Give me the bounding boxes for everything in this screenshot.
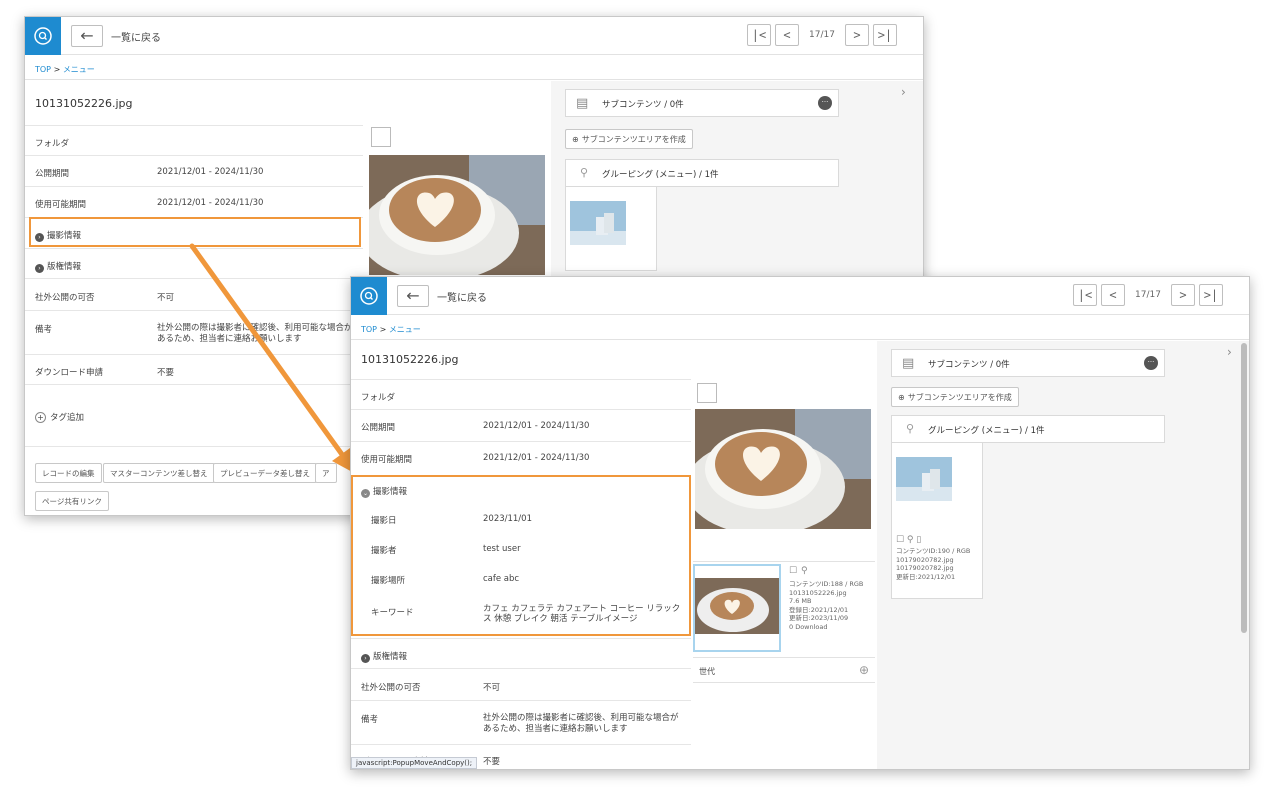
version-meta: コンテンツID:188 / RGB 10131052226.jpg 7.6 MB…: [789, 580, 864, 631]
next-page-button[interactable]: >: [844, 24, 869, 46]
collapse-icon: ⌄: [361, 489, 370, 498]
add-tag-button[interactable]: + タグ追加: [35, 411, 84, 423]
location-value: cafe abc: [483, 574, 520, 584]
prev-page-button[interactable]: <: [1101, 284, 1125, 306]
main-preview-image: [695, 409, 871, 529]
shoot-date-value: 2023/11/01: [483, 514, 532, 524]
breadcrumb-top-link[interactable]: TOP: [361, 325, 377, 334]
subcontent-card: ▤ サブコンテンツ / 0件 ···: [891, 349, 1165, 377]
version-thumb-image: [695, 566, 779, 650]
grouping-thumb-image: [896, 457, 952, 501]
grouping-item[interactable]: ☐ ⚲ ▯ コンテンツID:190 / RGB 10179020782.jpg …: [891, 443, 983, 599]
keyword-value: カフェ カフェラテ カフェアート コーヒー リラックス 休憩 ブレイク 朝活 テ…: [483, 604, 681, 624]
share-link-button[interactable]: ページ共有リンク: [35, 491, 109, 511]
status-bar: javascript:PopupMoveAndCopy();: [351, 757, 478, 769]
subcontent-icon: ▤: [576, 96, 589, 111]
row-usable-period: 使用可能期間 2021/12/01 - 2024/11/30: [25, 186, 363, 217]
right-panel: ▤ サブコンテンツ / 0件 ··· ⊕ サブコンテンツエリアを作成 ⚲ グルーピ…: [877, 341, 1249, 769]
photographer-label: 撮影者: [371, 546, 397, 556]
page-count: 17/17: [809, 30, 835, 40]
fullscreen-icon[interactable]: [371, 127, 391, 147]
top-bar: ← 一覧に戻る |< < 17/17 > >|: [25, 17, 923, 55]
first-page-button[interactable]: |<: [747, 24, 771, 46]
create-subcontent-button[interactable]: ⊕ サブコンテンツエリアを作成: [565, 129, 693, 149]
fullscreen-icon[interactable]: [697, 383, 717, 403]
first-page-button[interactable]: |<: [1073, 284, 1097, 306]
link-icon: ⚲: [580, 166, 589, 179]
back-button[interactable]: ←: [71, 25, 103, 47]
subcontent-icon: ▤: [902, 356, 915, 371]
search-button[interactable]: [351, 277, 387, 315]
grouping-thumb-image: [570, 201, 626, 245]
photographer-value: test user: [483, 544, 521, 554]
row-folder: フォルダ: [25, 125, 363, 155]
breadcrumb: TOP > メニュー: [361, 325, 421, 334]
breadcrumb-current[interactable]: メニュー: [63, 65, 95, 74]
grouping-card: ⚲ グルーピング (メニュー) / 1件: [565, 159, 839, 187]
link-icon[interactable]: ⚲: [801, 566, 808, 576]
page-count: 17/17: [1135, 290, 1161, 300]
row-rights-info[interactable]: › 版権情報: [351, 638, 691, 668]
back-button[interactable]: ←: [397, 285, 429, 307]
arrow-left-icon: ←: [406, 286, 420, 305]
subcontent-card: ▤ サブコンテンツ / 0件 ···: [565, 89, 839, 117]
file-name: 10131052226.jpg: [35, 97, 133, 110]
search-button[interactable]: [25, 17, 61, 55]
prev-page-button[interactable]: <: [775, 24, 799, 46]
breadcrumb-top-link[interactable]: TOP: [35, 65, 51, 74]
chevron-right-icon[interactable]: ›: [1227, 345, 1232, 359]
chevron-right-icon[interactable]: ›: [901, 85, 906, 99]
expand-icon: ›: [361, 654, 370, 663]
last-page-button[interactable]: >|: [1198, 284, 1223, 306]
keyword-label: キーワード: [371, 608, 414, 618]
checkbox-icon[interactable]: ☐: [789, 566, 797, 576]
row-note: 備考 社外公開の際は撮影者に確認後、利用可能な場合があるため、担当者に連絡お願いし…: [351, 700, 691, 744]
front-window: ← 一覧に戻る |< < 17/17 > >| TOP > メニュー 10131…: [350, 276, 1250, 770]
version-thumb[interactable]: [693, 564, 781, 652]
grouping-item[interactable]: [565, 187, 657, 271]
more-options-icon[interactable]: ···: [1144, 356, 1158, 370]
row-folder: フォルダ: [351, 379, 691, 409]
breadcrumb-current[interactable]: メニュー: [389, 325, 421, 334]
add-version-icon[interactable]: ⊕: [859, 663, 869, 677]
search-icon: [34, 27, 52, 45]
edit-record-button[interactable]: レコードの編集: [35, 463, 102, 483]
arrow-left-icon: ←: [80, 26, 94, 45]
row-usable-period: 使用可能期間 2021/12/01 - 2024/11/30: [351, 441, 691, 473]
breadcrumb: TOP > メニュー: [35, 65, 95, 74]
top-bar: ← 一覧に戻る |< < 17/17 > >|: [351, 277, 1249, 315]
pager: |< < 17/17 > >|: [747, 24, 901, 46]
more-options-icon[interactable]: ···: [818, 96, 832, 110]
version-header: 世代 ⊕: [693, 657, 875, 683]
latte-art-image: [695, 409, 871, 529]
version-label: 世代: [699, 667, 715, 676]
location-label: 撮影場所: [371, 576, 406, 586]
grouping-item-meta: コンテンツID:190 / RGB 10179020782.jpg 101790…: [896, 547, 971, 581]
main-preview-image: [369, 155, 545, 275]
scrollbar[interactable]: [1241, 343, 1247, 633]
search-icon: [360, 287, 378, 305]
pager: |< < 17/17 > >|: [1073, 284, 1227, 306]
shoot-date-label: 撮影日: [371, 516, 397, 526]
file-name: 10131052226.jpg: [361, 353, 459, 366]
back-label[interactable]: 一覧に戻る: [111, 29, 161, 44]
next-page-button[interactable]: >: [1170, 284, 1195, 306]
row-publish-period: 公開期間 2021/12/01 - 2024/11/30: [25, 155, 363, 186]
create-subcontent-button[interactable]: ⊕ サブコンテンツエリアを作成: [891, 387, 1019, 407]
version-block: ☐ ⚲ コンテンツID:188 / RGB 10131052226.jpg 7.…: [693, 561, 875, 657]
link-icon: ⚲: [906, 422, 915, 435]
back-label[interactable]: 一覧に戻る: [437, 289, 487, 304]
latte-art-image: [369, 155, 545, 275]
last-page-button[interactable]: >|: [872, 24, 897, 46]
grouping-card: ⚲ グルーピング (メニュー) / 1件: [891, 415, 1165, 443]
row-external: 社外公開の可否 不可: [351, 668, 691, 700]
shoot-info-toggle[interactable]: ⌄ 撮影情報: [361, 485, 407, 498]
item-actions-icons[interactable]: ☐ ⚲ ▯: [896, 535, 921, 545]
row-publish-period: 公開期間 2021/12/01 - 2024/11/30: [351, 409, 691, 441]
plus-icon: +: [35, 412, 46, 423]
expand-icon: ›: [35, 264, 44, 273]
